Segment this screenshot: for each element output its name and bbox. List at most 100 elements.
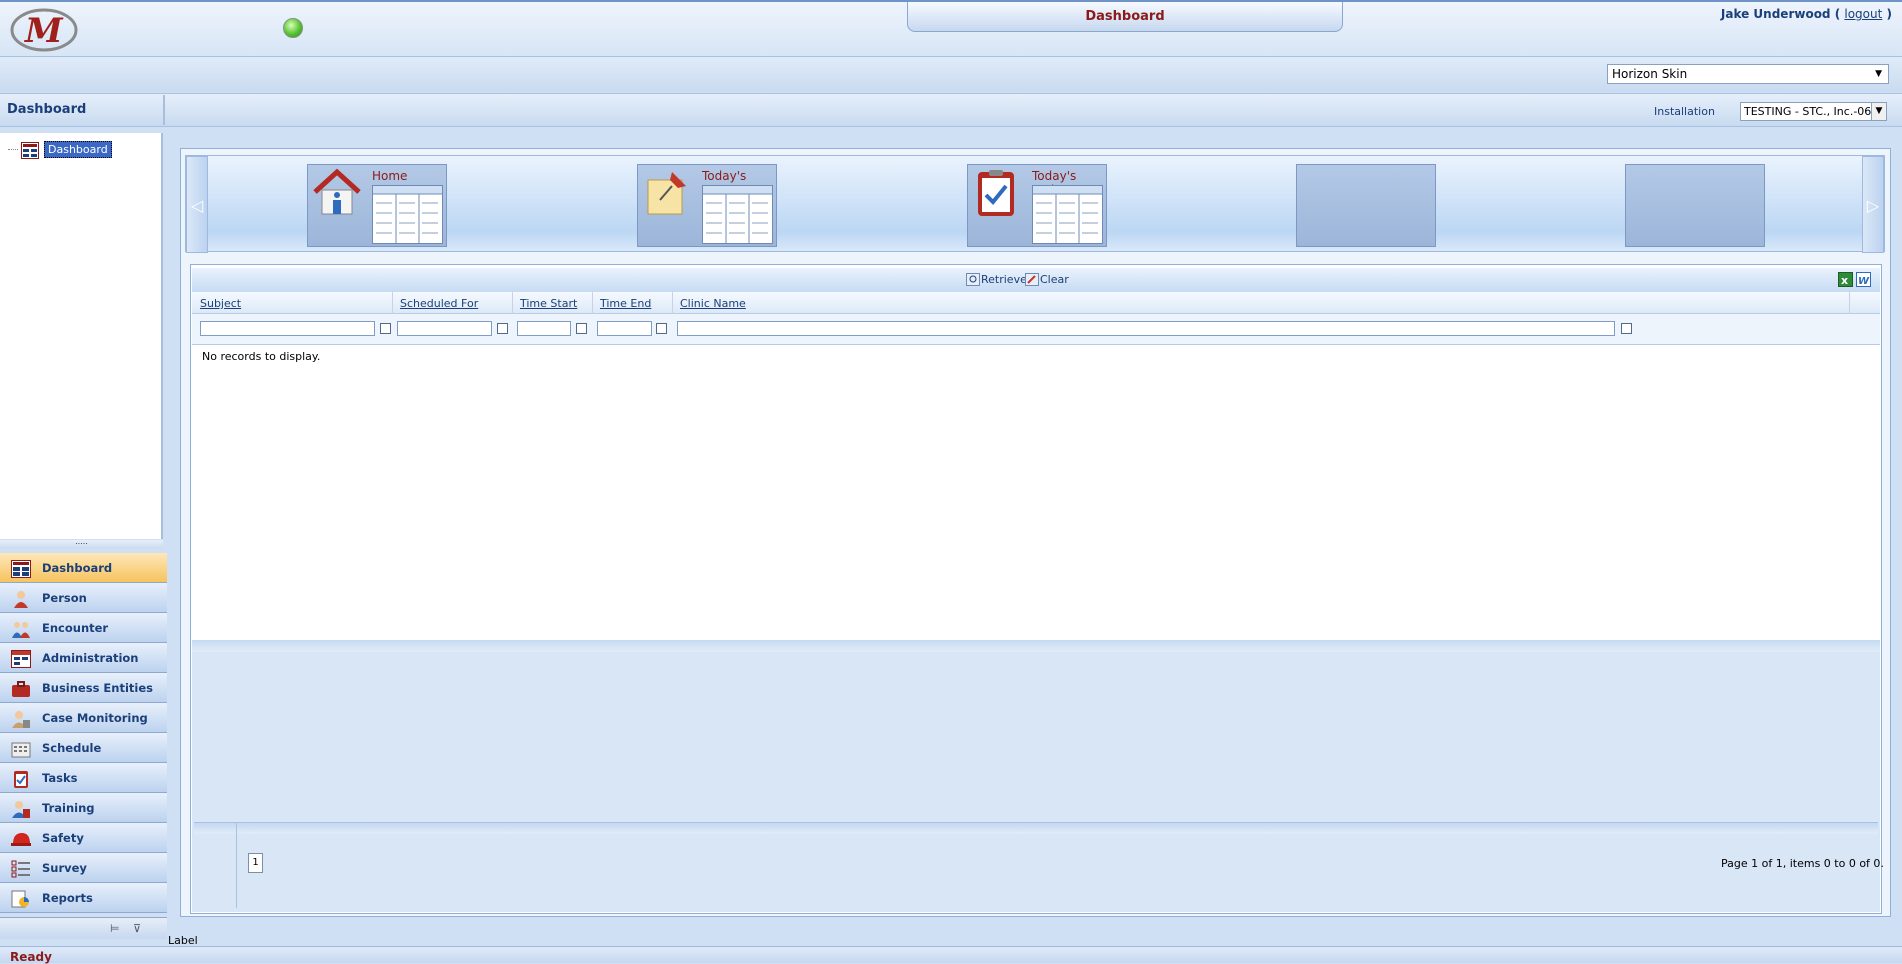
retrieve-icon [966,273,980,286]
nav-label: Safety [42,831,84,845]
dashboard-icon [11,560,31,578]
excel-export-icon[interactable]: x [1838,272,1853,287]
dashboard-carousel: ◁ ▷ Home Today's Appt Today's Tasks [185,155,1885,253]
nav-item-schedule[interactable]: Schedule [0,733,167,763]
column-header-scheduled-for[interactable]: Scheduled For [400,297,478,310]
word-export-icon[interactable]: W [1856,272,1871,287]
column-header-clinic-name[interactable]: Clinic Name [680,297,746,310]
nav-label: Case Monitoring [42,711,148,725]
nav-item-encounter[interactable]: Encounter [0,613,167,643]
person-icon [11,590,31,608]
grid-filter-row [192,314,1880,345]
skin-select[interactable]: Horizon Skin ▼ [1607,64,1889,84]
pin-icon[interactable]: ⊨ [110,922,120,935]
user-name: Jake Underwood ( [1720,7,1841,21]
status-text: Ready [10,950,52,964]
svg-text:M: M [24,11,64,51]
nav-label: Schedule [42,741,102,755]
chevron-down-icon: ▼ [1875,69,1882,79]
clinic-name-filter-checkbox[interactable] [1621,323,1632,334]
retrieve-label: Retrieve [981,273,1027,286]
panel-splitter[interactable]: ..... [0,538,163,549]
nav-label: Survey [42,861,87,875]
status-bar [0,946,1902,963]
collapse-icon[interactable]: ⊽ [133,922,141,935]
installation-label: Installation [1654,105,1715,118]
nav-item-survey[interactable]: Survey [0,853,167,883]
nav-item-tasks[interactable]: Tasks [0,763,167,793]
retrieve-button[interactable]: Retrieve [966,273,1027,286]
tile-todays-appt[interactable]: Today's Appt [637,164,777,247]
dashboard-icon [21,142,39,162]
nav-item-reports[interactable]: Reports [0,883,167,913]
briefcase-icon [11,680,31,698]
tree-node-label[interactable]: Dashboard [44,141,112,158]
svg-text:W: W [1858,276,1870,287]
time-end-filter-input[interactable] [597,321,652,336]
tree-connector [8,149,18,150]
case-monitoring-icon [11,710,31,728]
time-start-filter-input[interactable] [517,321,571,336]
house-icon [312,168,362,218]
nav-label: Dashboard [42,561,113,575]
grid-preview-icon [372,185,443,244]
nav-label: Training [42,801,95,815]
nav-item-dashboard[interactable]: Dashboard [0,553,167,583]
logout-link[interactable]: logout [1844,7,1882,21]
tile-home[interactable]: Home [307,164,447,247]
nav-item-case-monitoring[interactable]: Case Monitoring [0,703,167,733]
carousel-next-button[interactable]: ▷ [1862,156,1884,253]
tasks-icon [11,770,31,788]
tree-panel: Dashboard [0,133,163,539]
nav-label: Business Entities [42,681,153,695]
column-header-subject[interactable]: Subject [200,297,241,310]
subject-filter-input[interactable] [200,321,375,336]
skin-select-value: Horizon Skin [1612,67,1688,81]
nav-item-training[interactable]: Training [0,793,167,823]
clinic-name-filter-input[interactable] [677,321,1615,336]
carousel-prev-button[interactable]: ◁ [186,156,208,253]
administration-icon [11,650,31,668]
nav-label: Tasks [42,771,78,785]
tile-todays-tasks[interactable]: Today's Tasks [967,164,1107,247]
divider [163,95,165,125]
empty-grid-message: No records to display. [202,350,321,363]
safety-helmet-icon [11,830,31,848]
subject-filter-checkbox[interactable] [380,323,391,334]
column-header-time-start[interactable]: Time Start [520,297,577,310]
tile-empty[interactable] [1625,164,1765,247]
nav-label: Encounter [42,621,109,635]
nav-label: Reports [42,891,93,905]
nav-footer: ⊨ ⊽ [0,917,167,939]
nav-item-business-entities[interactable]: Business Entities [0,673,167,703]
page-number-button[interactable]: 1 [248,853,263,873]
time-end-filter-checkbox[interactable] [656,323,667,334]
section-title: Dashboard [7,102,87,117]
nav-label: Person [42,591,87,605]
time-start-filter-checkbox[interactable] [576,323,587,334]
navigation-panel: Dashboard Person Encounter Administratio… [0,553,167,913]
user-area: Jake Underwood ( logout ) [1721,7,1892,21]
page-title-tab: Dashboard [907,2,1343,32]
pager-info: Page 1 of 1, items 0 to 0 of 0. [1721,857,1884,870]
grid-lower-band [192,640,1880,652]
grid-lower-area [192,640,1880,912]
survey-icon [11,860,31,878]
nav-item-safety[interactable]: Safety [0,823,167,853]
scheduled-for-filter-checkbox[interactable] [497,323,508,334]
app-logo: M [8,4,80,52]
scheduled-for-filter-input[interactable] [397,321,492,336]
clear-button[interactable]: Clear [1025,273,1069,286]
training-icon [11,800,31,818]
connection-status-icon [283,18,303,38]
reports-icon [11,890,31,908]
svg-text:x: x [1841,274,1848,287]
encounter-icon [11,620,31,638]
column-header-time-end[interactable]: Time End [600,297,651,310]
installation-select[interactable]: TESTING - STC., Inc.-0603 ▼ [1740,102,1887,121]
nav-item-person[interactable]: Person [0,583,167,613]
nav-item-administration[interactable]: Administration [0,643,167,673]
clipboard-check-icon [972,168,1022,218]
tile-empty[interactable] [1296,164,1436,247]
pushpin-note-icon [642,168,692,218]
